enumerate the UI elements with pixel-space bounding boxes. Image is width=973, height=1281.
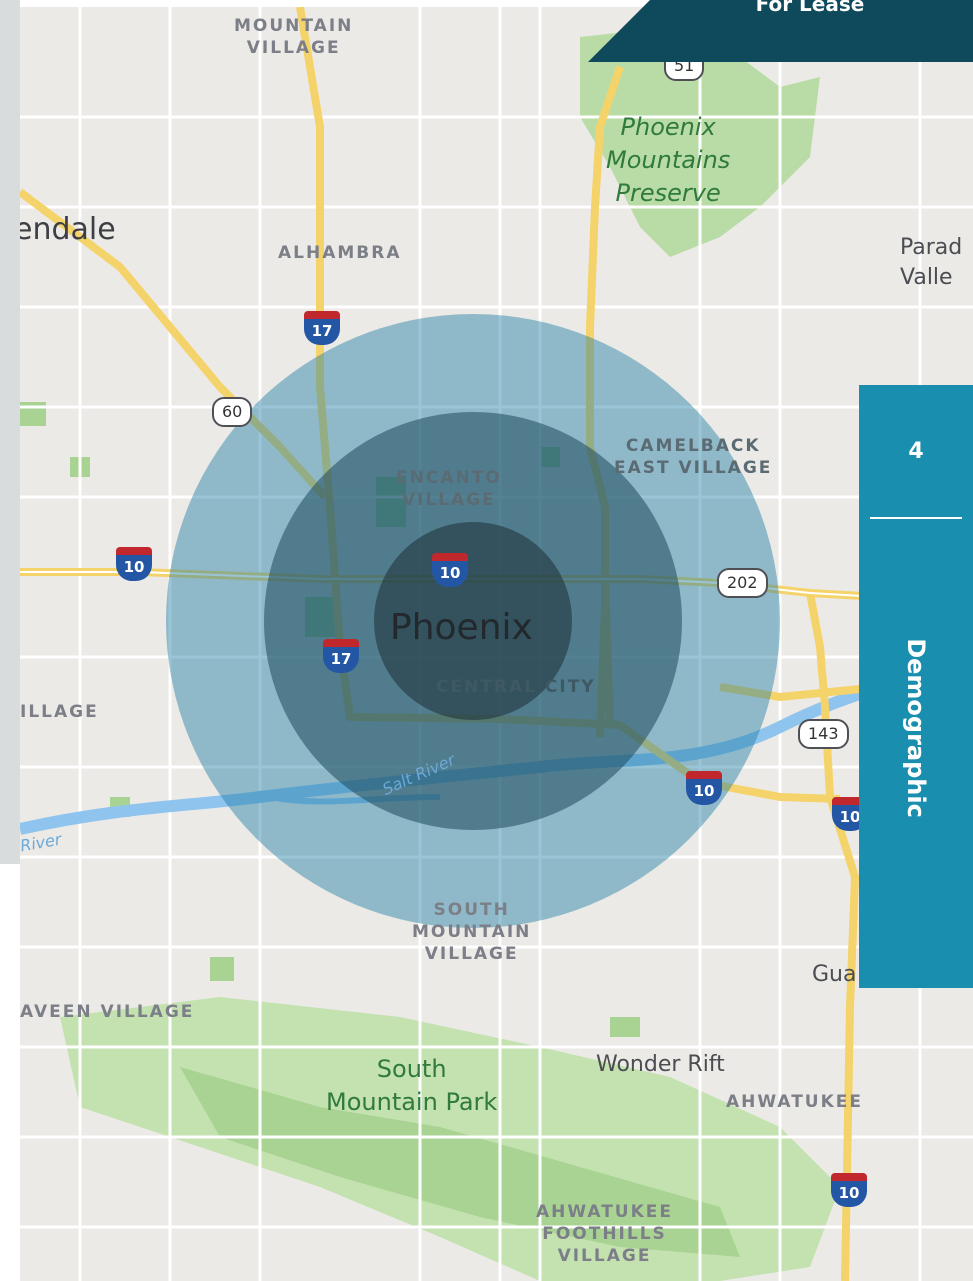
state-route-202-shield: 202 — [717, 568, 768, 598]
interstate-10-shield: 10 — [686, 771, 722, 807]
interstate-10-shield: 10 — [432, 553, 468, 589]
place-label-wonder-rift: Wonder Rift — [596, 1052, 725, 1077]
district-label-central-city: CENTRAL CITY — [436, 677, 596, 697]
interstate-10-shield: 10 — [116, 547, 152, 583]
district-label-alhambra: ALHAMBRA — [278, 243, 402, 263]
state-route-143-shield: 143 — [798, 719, 849, 749]
park-patch — [210, 957, 234, 981]
district-label-encanto: ENCANTO VILLAGE — [396, 468, 502, 510]
demographic-label: Demographic — [902, 638, 930, 818]
district-label-laveen: AVEEN VILLAGE — [20, 1002, 195, 1022]
district-label-mountain-village-north: MOUNTAIN VILLAGE — [234, 16, 354, 58]
city-label-glendale: endale — [20, 212, 116, 247]
district-label-village-west: ILLAGE — [20, 702, 99, 722]
district-label-ahwatukee: AHWATUKEE — [726, 1092, 864, 1112]
tab-divider — [870, 517, 962, 519]
district-label-camelback: CAMELBACK EAST VILLAGE — [614, 436, 773, 478]
interstate-10-shield: 10 — [831, 1173, 867, 1209]
city-label-paradise-valley: Parad Valle — [900, 235, 963, 290]
demographic-tab[interactable]: 4 Demographic — [859, 385, 973, 988]
park-label-south-mountain: South Mountain Park — [326, 1055, 498, 1116]
interstate-17-shield: 17 — [304, 311, 340, 347]
us-60-shield: 60 — [212, 397, 253, 427]
district-label-south-mountain-village: SOUTH MOUNTAIN VILLAGE — [412, 900, 532, 964]
city-label-guadalupe: Gua — [812, 962, 857, 987]
district-label-ahwatukee-foothills: AHWATUKEE FOOTHILLS VILLAGE — [536, 1202, 674, 1266]
map-view[interactable]: MOUNTAIN VILLAGE ALHAMBRA ENCANTO VILLAG… — [20, 7, 973, 1281]
page-number: 4 — [908, 439, 924, 464]
park-label-phoenix-mountains: Phoenix Mountains Preserve — [606, 113, 731, 207]
park-patch — [610, 1017, 640, 1037]
city-label-phoenix: Phoenix — [390, 607, 533, 648]
for-lease-label: For Lease — [755, 0, 865, 16]
interstate-17-shield: 17 — [323, 639, 359, 675]
left-sidebar-panel — [0, 0, 20, 864]
